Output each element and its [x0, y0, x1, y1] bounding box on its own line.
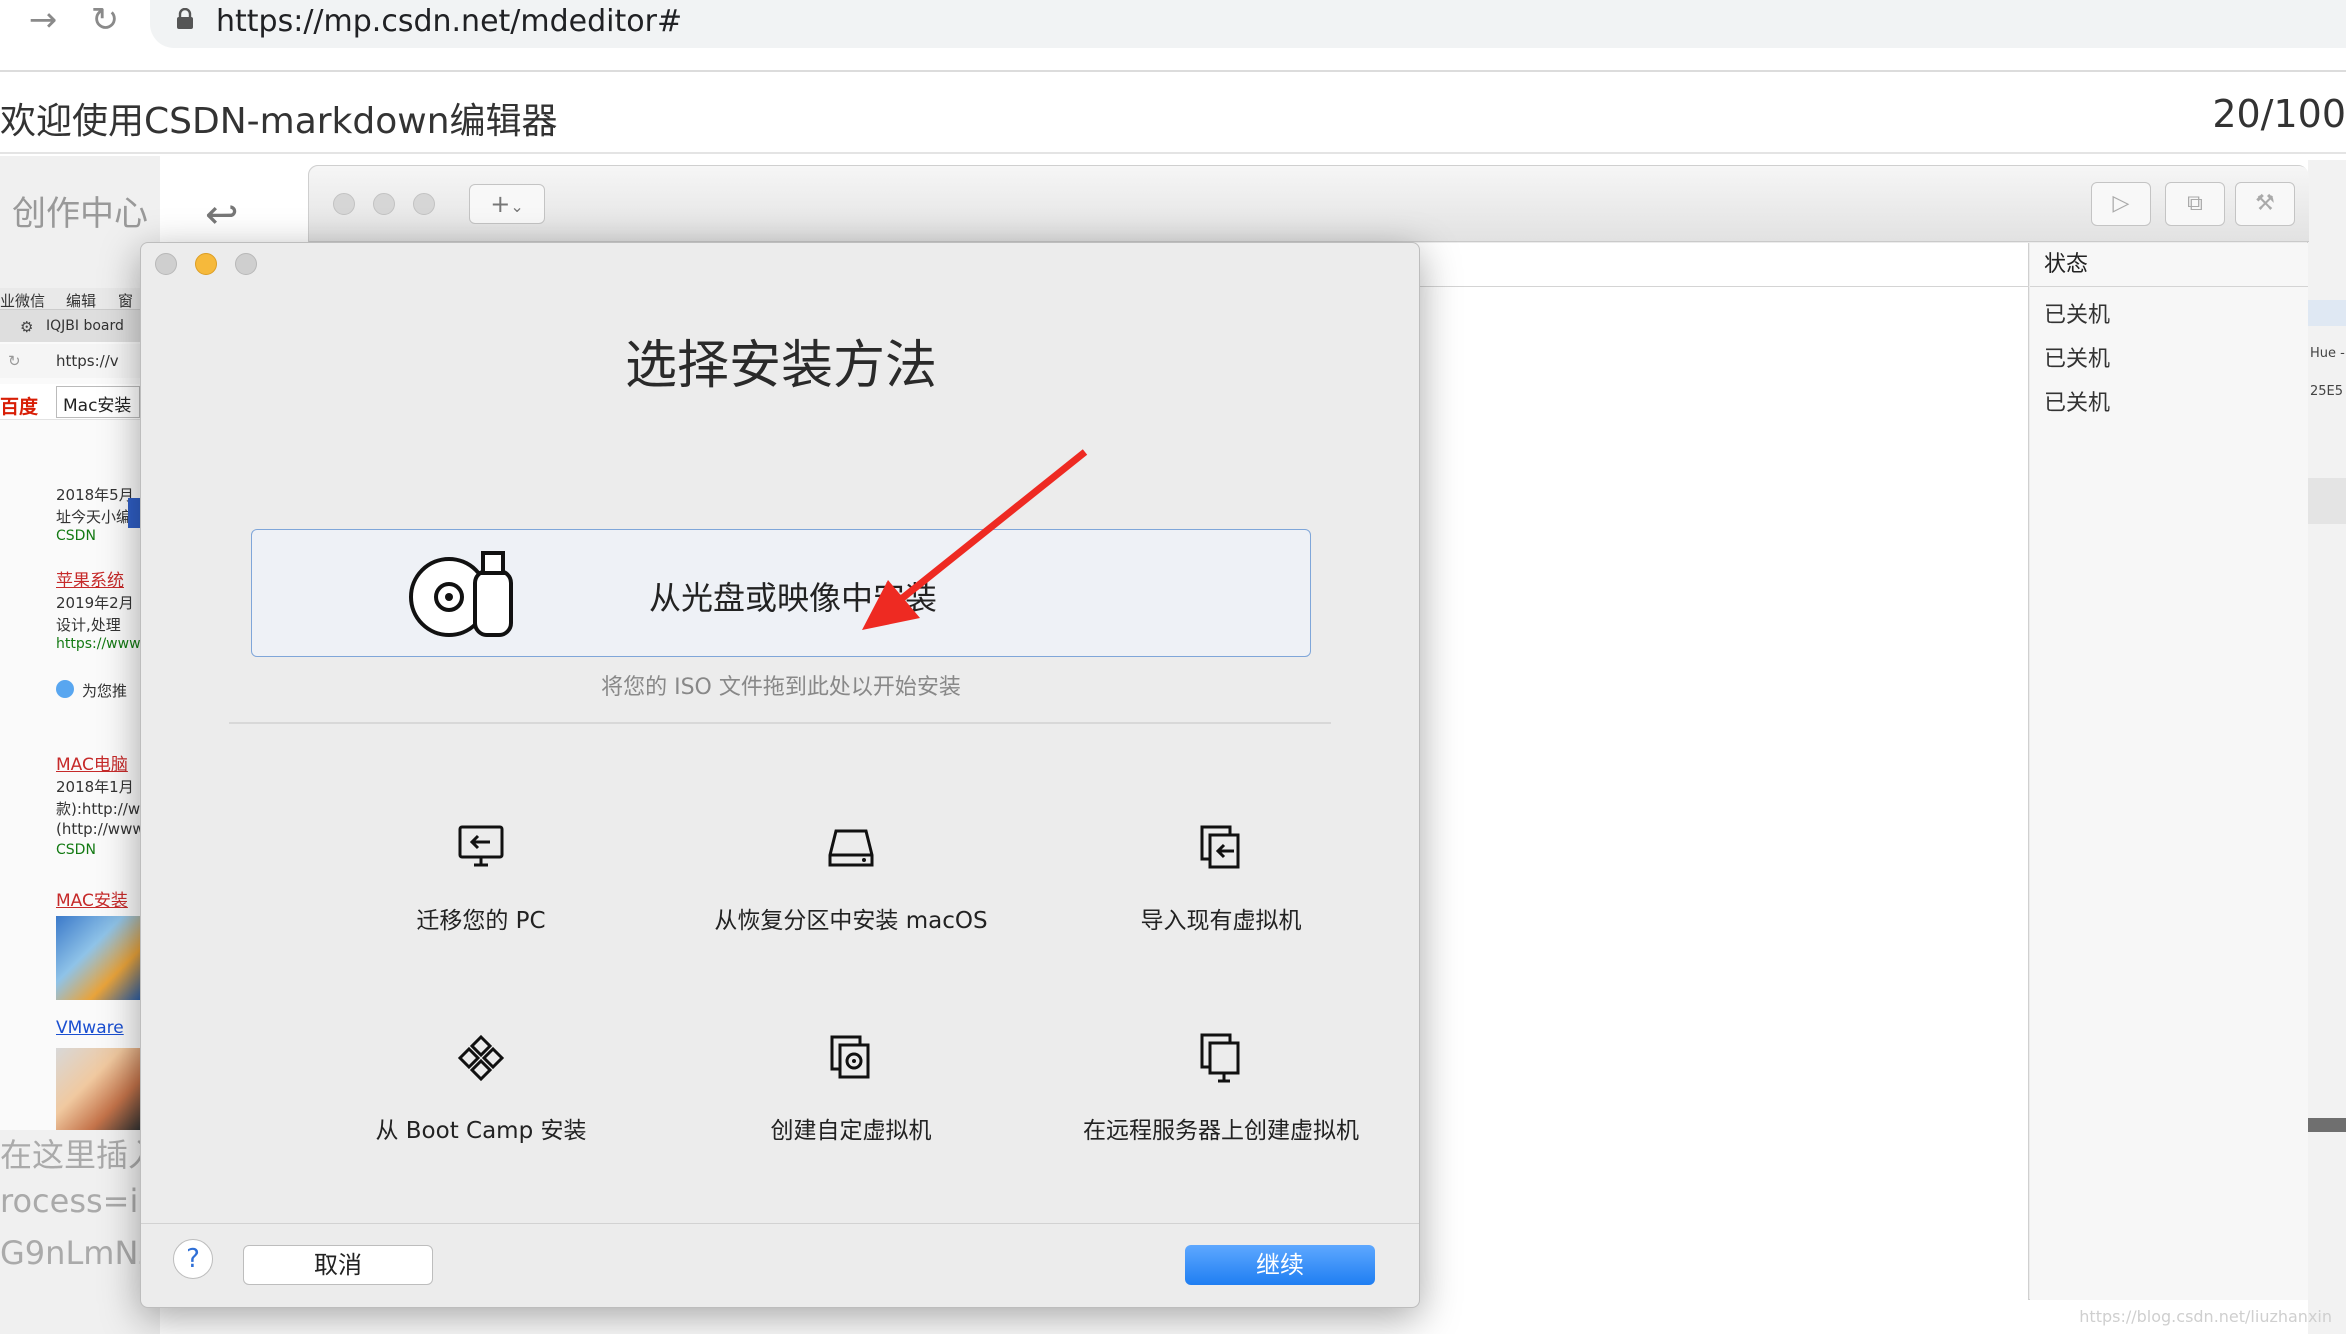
window-zoom-button[interactable]	[413, 193, 435, 215]
vm-status-row[interactable]: 已关机	[2044, 385, 2110, 417]
help-button[interactable]: ?	[173, 1239, 213, 1279]
add-vm-button[interactable]: +⌄	[469, 184, 545, 224]
embedded-result-link: VMware	[56, 1018, 124, 1038]
vm-library-toolbar: +⌄ ▷ ⧉ ⚒	[309, 166, 2309, 242]
embedded-reload-icon: ↻	[8, 352, 21, 370]
forward-icon[interactable]: →	[18, 0, 68, 44]
migrate-pc-icon	[458, 825, 504, 867]
undo-icon[interactable]: ↩	[205, 192, 239, 238]
window-close-button[interactable]	[333, 193, 355, 215]
custom-vm-icon	[830, 1035, 870, 1079]
embedded-result-source: https://www	[56, 636, 140, 652]
baidu-logo: 百度	[0, 396, 39, 418]
dialog-title: 选择安装方法	[624, 336, 937, 396]
embedded-tab-icon: ⚙	[20, 318, 34, 336]
embedded-thumbnail	[56, 916, 140, 1000]
embedded-recommend-icon	[56, 680, 74, 698]
embedded-tab-strip: ⚙ IQJBI board	[0, 310, 140, 342]
chevron-down-icon: ⌄	[510, 197, 524, 216]
embedded-result-text: (http://www	[56, 820, 140, 838]
dialog-minimize-button[interactable]	[195, 253, 217, 275]
footer-divider	[141, 1223, 1419, 1224]
option-label: 创建自定虚拟机	[770, 1118, 932, 1144]
browser-toolbar: → ↻ https://mp.csdn.net/mdeditor#	[0, 0, 2346, 72]
embedded-menu-item: 业微信	[0, 292, 46, 310]
bootcamp-icon	[457, 1034, 505, 1082]
watermark: https://blog.csdn.net/liuzhanxin	[2079, 1307, 2332, 1326]
continue-button[interactable]: 继续	[1185, 1245, 1375, 1285]
embedded-menubar: 业微信 编辑 窗	[0, 288, 140, 310]
editor-line[interactable]: G9nLmNz	[0, 1234, 155, 1272]
status-column-header[interactable]: 状态	[2030, 243, 2308, 287]
play-icon[interactable]: ▷	[2091, 182, 2151, 226]
edge-text: Hue -	[2310, 346, 2345, 361]
embedded-result-link: MAC电脑	[56, 755, 128, 775]
plus-icon: +	[490, 190, 511, 218]
embedded-result-date: 2018年5月	[56, 486, 134, 504]
embedded-tab: IQJBI board	[46, 318, 124, 334]
import-vm-icon	[1200, 825, 1240, 869]
embedded-result-source: CSDN	[56, 842, 96, 858]
vm-status-row[interactable]: 已关机	[2044, 341, 2110, 373]
reload-icon[interactable]: ↻	[80, 0, 130, 44]
snapshot-icon[interactable]: ⧉	[2165, 182, 2225, 226]
embedded-thumbnail	[56, 1048, 140, 1130]
embedded-recommend: 为您推	[82, 682, 128, 700]
embedded-result-link: 苹果系统	[56, 571, 124, 591]
vm-status-column: 状态 已关机 已关机 已关机	[2030, 243, 2308, 1300]
option-migrate-pc[interactable]: 迁移您的 PC	[271, 821, 691, 935]
edge-bar	[2308, 1118, 2346, 1132]
hard-disk-icon	[828, 829, 874, 867]
embedded-result-text: 款):http://w	[56, 800, 140, 818]
settings-wrench-icon[interactable]: ⚒	[2235, 182, 2295, 226]
remote-vm-icon	[1200, 1033, 1240, 1083]
embedded-result-date: 2019年2月	[56, 594, 134, 612]
window-minimize-button[interactable]	[373, 193, 395, 215]
option-label: 在远程服务器上创建虚拟机	[1083, 1118, 1359, 1144]
embedded-result-source: CSDN	[56, 528, 96, 544]
embedded-result-date: 2018年1月	[56, 778, 134, 796]
option-label: 从 Boot Camp 安装	[375, 1118, 587, 1144]
embedded-screenshot: 业微信 编辑 窗 ⚙ IQJBI board ↻ https://v 百度 Ma…	[0, 288, 140, 1130]
edge-highlight	[2308, 300, 2346, 326]
document-title[interactable]: 欢迎使用CSDN-markdown编辑器	[0, 92, 558, 144]
lock-icon	[177, 8, 193, 29]
embedded-menu-item: 编辑	[66, 292, 97, 310]
embedded-scroll-marker	[128, 498, 140, 528]
embedded-search-bar: 百度 Mac安装	[0, 384, 140, 420]
url-text[interactable]: https://mp.csdn.net/mdeditor#	[216, 2, 682, 42]
option-bootcamp[interactable]: 从 Boot Camp 安装	[271, 1031, 691, 1145]
option-label: 迁移您的 PC	[416, 908, 546, 934]
title-char-counter: 20/100	[2212, 92, 2346, 136]
edge-panel	[2308, 478, 2346, 524]
embedded-url: https://v	[56, 352, 119, 370]
cancel-button[interactable]: 取消	[243, 1245, 433, 1285]
install-method-dialog: 选择安装方法 从光盘或映像中安装 将您的 ISO 文件拖到此处以开始安装 迁移您…	[140, 242, 1420, 1308]
option-custom-vm[interactable]: 创建自定虚拟机	[641, 1031, 1061, 1145]
embedded-address: ↻ https://v	[0, 344, 140, 378]
embedded-result-text: 设计,处理	[56, 616, 121, 634]
embedded-result-link: MAC安装	[56, 891, 128, 911]
dialog-zoom-button[interactable]	[235, 253, 257, 275]
iso-install-label: 从光盘或映像中安装	[649, 579, 938, 617]
divider	[229, 722, 1331, 724]
vm-status-row[interactable]: 已关机	[2044, 297, 2110, 329]
dialog-close-button[interactable]	[155, 253, 177, 275]
embedded-menu-item: 窗	[118, 292, 134, 310]
embedded-search-input: Mac安装	[56, 386, 140, 418]
option-label: 从恢复分区中安装 macOS	[714, 908, 988, 934]
editor-body-text: 在这里插入 rocess=im G9nLmNz	[0, 1130, 170, 1334]
background-window-edge: Hue - 25E5	[2308, 160, 2346, 1334]
option-label: 导入现有虚拟机	[1140, 908, 1302, 934]
edge-text: 25E5	[2310, 384, 2344, 399]
editor-line[interactable]: 在这里插入	[0, 1130, 160, 1176]
disc-usb-icon	[409, 551, 513, 637]
option-import-vm[interactable]: 导入现有虚拟机	[1011, 821, 1431, 935]
editor-header: 欢迎使用CSDN-markdown编辑器 20/100	[0, 74, 2346, 154]
iso-drop-hint: 将您的 ISO 文件拖到此处以开始安装	[601, 675, 961, 700]
option-recovery-macos[interactable]: 从恢复分区中安装 macOS	[641, 821, 1061, 935]
creator-center-link[interactable]: 创作中心	[12, 186, 148, 235]
embedded-result-text: 址今天小编	[56, 508, 132, 526]
option-remote-vm[interactable]: 在远程服务器上创建虚拟机	[1011, 1031, 1431, 1145]
